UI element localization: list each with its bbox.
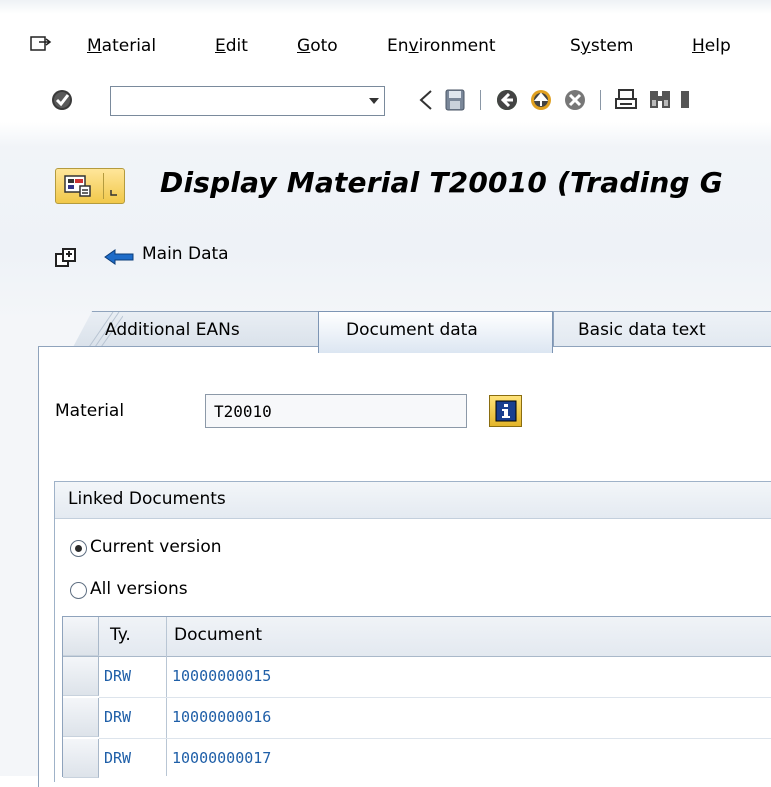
menu-system[interactable]: System [570,36,633,56]
menu-bar: Material Edit Goto Environment System He… [0,0,771,78]
group-title: Linked Documents [68,489,226,509]
page-title: Display Material T20010 (Trading G [160,166,723,199]
material-field[interactable] [205,394,467,428]
row-divider [99,738,771,739]
table-cell-type[interactable]: DRW [104,749,131,767]
menu-environment[interactable]: Environment [387,36,496,56]
system-menu-icon[interactable] [30,34,52,54]
table-cell-type[interactable]: DRW [104,667,131,685]
find-icon[interactable] [648,88,672,112]
row-selector[interactable] [63,739,99,778]
tab-additional-eans[interactable]: Additional EANs [72,311,324,349]
menu-help[interactable]: Help [692,36,731,56]
table-cell-document[interactable]: 10000000015 [172,667,271,685]
chevron-down-icon[interactable] [109,189,119,197]
column-header-document[interactable]: Document [174,625,262,645]
enter-icon[interactable] [50,88,74,112]
save-icon[interactable] [444,88,466,112]
screen-selector-button[interactable] [55,168,125,204]
row-divider [99,697,771,698]
info-icon [495,400,517,422]
back-icon[interactable] [495,88,519,112]
dropdown-icon[interactable] [368,96,380,106]
table-cell-type[interactable]: DRW [104,708,131,726]
standard-toolbar [0,78,771,122]
table-header [63,617,771,657]
material-info-button[interactable] [489,395,522,427]
main-data-button[interactable]: Main Data [142,244,229,264]
radio-current-version-label: Current version [90,537,222,557]
tab-label: Document data [346,320,478,340]
exit-icon[interactable] [529,88,553,112]
other-material-icon[interactable] [54,246,78,270]
material-label: Material [55,401,125,421]
tab-document-data[interactable]: Document data [318,311,553,353]
table-cell-document[interactable]: 10000000017 [172,749,271,767]
column-header-type[interactable]: Ty. [110,625,131,645]
menu-goto[interactable]: Goto [297,36,338,56]
menu-material-label: aterial [101,36,157,56]
print-icon[interactable] [614,88,638,112]
toolbar-separator [480,90,481,110]
radio-current-version[interactable] [70,540,87,557]
tab-label: Additional EANs [105,320,240,340]
selector-split [103,173,104,199]
main-data-arrow-icon[interactable] [103,248,141,266]
row-selector[interactable] [63,657,99,696]
menu-material[interactable]: Material [87,36,156,56]
table-cell-document[interactable]: 10000000016 [172,708,271,726]
select-all-cell[interactable] [63,617,99,656]
find-next-icon[interactable] [680,88,690,112]
toolbar-separator [600,90,601,110]
tab-basic-data-text[interactable]: Basic data text [553,311,771,349]
radio-all-versions-label: All versions [90,579,188,599]
command-field[interactable] [110,86,385,116]
cancel-icon[interactable] [563,88,587,112]
menu-edit[interactable]: Edit [215,36,248,56]
back-arrow-icon[interactable] [418,89,434,111]
radio-all-versions[interactable] [70,582,87,599]
screen-list-icon [64,175,91,197]
row-selector[interactable] [63,698,99,737]
tab-label: Basic data text [578,320,706,340]
